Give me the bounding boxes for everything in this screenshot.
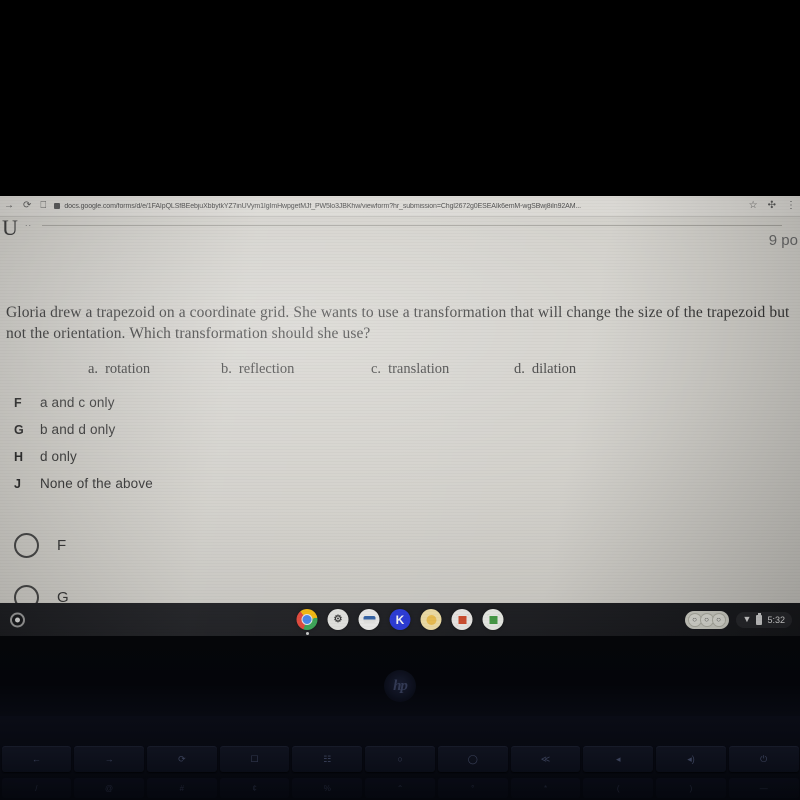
- key-back-icon[interactable]: ←: [1, 746, 72, 772]
- key-number[interactable]: (: [583, 778, 654, 798]
- inline-choice-b-text: reflection: [238, 361, 295, 377]
- status-area[interactable]: ▼ 5:32: [735, 611, 792, 628]
- site-info-icon[interactable]: [54, 203, 61, 209]
- system-tray[interactable]: ○ ○ ○ ▼ 5:32: [684, 610, 792, 629]
- browser-nav-controls: → ⟳ ⎕: [0, 201, 46, 211]
- points-label: 9 po: [768, 232, 798, 249]
- google-form-page: U .. 9 po Gloria drew a trapezoid on a c…: [0, 217, 800, 636]
- combo-choice-h: H d only: [14, 449, 344, 476]
- yellow-app-icon[interactable]: [420, 609, 442, 630]
- inline-choice-b-label: b.: [221, 361, 232, 377]
- key-number[interactable]: *: [510, 778, 581, 798]
- key-power-icon[interactable]: ⏻: [728, 746, 799, 772]
- combo-choice-j: J None of the above: [14, 476, 344, 503]
- combo-choice-g-text: b and d only: [40, 422, 116, 437]
- profile-avatars[interactable]: ○ ○ ○: [684, 610, 729, 629]
- combo-choice-h-key: H: [14, 450, 24, 464]
- combo-choice-f: F a and c only: [14, 395, 344, 422]
- combo-choice-j-key: J: [14, 477, 21, 491]
- divider: [42, 225, 782, 226]
- key-number[interactable]: ): [656, 778, 726, 798]
- key-number[interactable]: ⌃: [365, 778, 435, 798]
- clipped-dots-top-left: ..: [25, 218, 33, 228]
- inline-choice-c-text: translation: [388, 361, 450, 377]
- key-volume-up-icon[interactable]: ◂): [656, 746, 726, 772]
- key-number[interactable]: %: [292, 778, 363, 798]
- combo-choice-g-key: G: [14, 423, 24, 437]
- forward-arrow-icon[interactable]: →: [4, 201, 14, 211]
- photo-of-chromebook: → ⟳ ⎕ docs.google.com/forms/d/e/1FAIpQLS…: [0, 0, 800, 800]
- laptop-bezel: hp: [0, 636, 800, 716]
- address-bar-url: docs.google.com/forms/d/e/1FAIpQLSfBEebj…: [64, 202, 581, 210]
- avatar[interactable]: ○: [711, 612, 726, 627]
- inline-choice-d-text: dilation: [531, 361, 577, 377]
- hp-logo: hp: [384, 670, 416, 702]
- question-text: Gloria drew a trapezoid on a coordinate …: [6, 304, 790, 342]
- key-number[interactable]: —: [728, 778, 799, 798]
- key-fullscreen-icon[interactable]: ☐: [219, 746, 290, 772]
- inline-choice-d: d. dilation: [514, 361, 576, 378]
- inline-choice-a-label: a.: [88, 361, 99, 377]
- address-bar[interactable]: docs.google.com/forms/d/e/1FAIpQLSfBEebj…: [54, 199, 742, 213]
- shelf-app-icons: ⚙ K: [296, 609, 504, 635]
- clock[interactable]: 5:32: [767, 615, 785, 625]
- chrome-icon[interactable]: [296, 609, 318, 635]
- puzzle-piece-icon[interactable]: ✣: [768, 201, 776, 211]
- combo-choice-h-text: d only: [40, 449, 77, 464]
- laptop-screen: → ⟳ ⎕ docs.google.com/forms/d/e/1FAIpQLS…: [0, 196, 800, 636]
- combo-choice-list: F a and c only G b and d only H d only J…: [14, 395, 344, 503]
- inline-choice-d-label: d.: [514, 361, 525, 377]
- radio-option-f-label: F: [57, 536, 67, 554]
- launcher-icon[interactable]: [10, 612, 25, 627]
- inline-choice-b: b. reflection: [221, 361, 371, 378]
- wifi-icon[interactable]: ▼: [743, 615, 752, 624]
- key-forward-icon[interactable]: →: [74, 746, 144, 772]
- inline-choice-a: a. rotation: [88, 361, 221, 378]
- combo-choice-j-text: None of the above: [40, 476, 153, 491]
- inline-choices: a. rotation b. reflection c. translation…: [88, 361, 708, 378]
- combo-choice-g: G b and d only: [14, 422, 344, 449]
- settings-gear-icon[interactable]: ⚙: [327, 609, 349, 630]
- green-app-icon[interactable]: [482, 609, 504, 630]
- star-icon[interactable]: ☆: [749, 201, 758, 211]
- combo-choice-f-text: a and c only: [40, 395, 115, 410]
- radio-button-icon[interactable]: [14, 532, 39, 558]
- three-dot-menu-icon[interactable]: ⋮: [786, 201, 796, 211]
- blue-app-icon[interactable]: [358, 609, 380, 630]
- key-number[interactable]: /: [1, 778, 72, 798]
- number-key-row: / @ # ¢ % ⌃ ° * ( ) —: [0, 776, 800, 800]
- key-number[interactable]: ¢: [219, 778, 290, 798]
- key-volume-down-icon[interactable]: ◂: [583, 746, 654, 772]
- key-brightness-down-icon[interactable]: ○: [365, 746, 435, 772]
- combo-choice-f-key: F: [14, 396, 22, 410]
- photo-dark-background-top: [0, 0, 800, 196]
- key-brightness-up-icon[interactable]: ◯: [437, 746, 508, 772]
- key-overview-icon[interactable]: ☷: [292, 746, 363, 772]
- reload-icon[interactable]: ⟳: [23, 201, 31, 211]
- inline-choice-c: c. translation: [371, 361, 514, 378]
- inline-choice-c-label: c.: [371, 361, 382, 377]
- battery-icon[interactable]: [756, 613, 763, 625]
- browser-action-icons: ☆ ✣ ⋮: [749, 201, 800, 211]
- function-key-row: ← → ⟳ ☐ ☷ ○ ◯ ≪ ◂ ◂) ⏻: [0, 744, 800, 774]
- kahoot-icon[interactable]: K: [389, 609, 411, 630]
- key-number[interactable]: @: [74, 778, 144, 798]
- key-number[interactable]: #: [146, 778, 217, 798]
- inline-choice-a-text: rotation: [105, 361, 151, 377]
- radio-option-f[interactable]: F: [14, 519, 69, 571]
- red-app-icon[interactable]: [451, 609, 473, 630]
- key-number[interactable]: °: [437, 778, 508, 798]
- key-reload-icon[interactable]: ⟳: [146, 746, 217, 772]
- tab-icon[interactable]: ⎕: [40, 201, 46, 211]
- chromeos-shelf: ⚙ K ○ ○ ○ ▼ 5:32: [0, 603, 800, 636]
- laptop-keyboard-deck: ← → ⟳ ☐ ☷ ○ ◯ ≪ ◂ ◂) ⏻ / @ # ¢ % ⌃ ° * (…: [0, 716, 800, 800]
- browser-toolbar: → ⟳ ⎕ docs.google.com/forms/d/e/1FAIpQLS…: [0, 196, 800, 217]
- clipped-text-top-left: U: [2, 215, 18, 240]
- key-mute-icon[interactable]: ≪: [510, 746, 581, 772]
